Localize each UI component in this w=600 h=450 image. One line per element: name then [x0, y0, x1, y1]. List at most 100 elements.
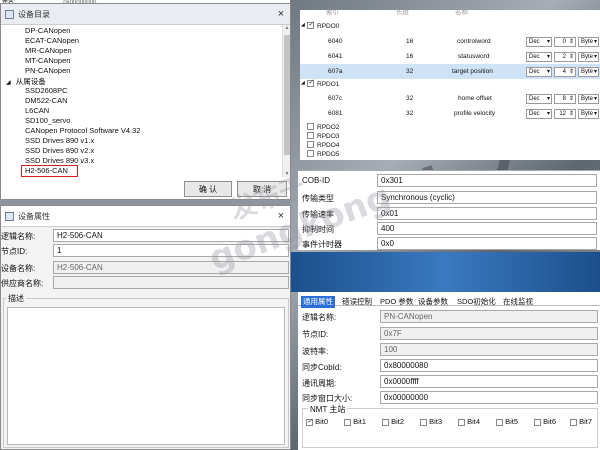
background-blue-strip — [290, 252, 600, 292]
offset-stepper[interactable]: 12 — [554, 109, 576, 119]
cancel-button[interactable]: 取 消 — [237, 181, 287, 197]
expand-arrow-icon[interactable]: ◢ — [6, 80, 11, 86]
rpdo0-checkbox[interactable] — [307, 20, 314, 29]
trans-rate-field[interactable]: 0x01 — [377, 207, 597, 220]
row-name: home offset — [458, 95, 492, 102]
unit-select[interactable]: Byte — [578, 109, 599, 119]
format-select[interactable]: Dec — [526, 52, 552, 62]
unit-select[interactable]: Byte — [578, 37, 599, 47]
format-select[interactable]: Dec — [526, 67, 552, 77]
tree-item-h2-506-can-selected[interactable]: H2-506-CAN — [21, 165, 78, 177]
tree-item-pn-canopen[interactable]: PN-CANopen — [25, 66, 70, 75]
window-icon — [5, 211, 14, 221]
rpdo-row[interactable]: 6040 16 controlword Dec 0 Byte — [300, 34, 600, 49]
gp-node-id-field: 0x7F — [380, 327, 598, 340]
header-index: 索引 — [326, 9, 339, 16]
tab-sdo-init[interactable]: SDO初始化 — [455, 296, 498, 308]
collapse-arrow-icon[interactable]: ◢ — [301, 80, 305, 86]
collapse-arrow-icon[interactable]: ◢ — [301, 22, 305, 28]
gp-logic-name-label: 逻辑名称: — [302, 313, 337, 322]
bit3-checkbox[interactable]: Bit3 — [420, 417, 442, 426]
tree-item-l6can[interactable]: L6CAN — [25, 106, 49, 115]
rpdo-row[interactable]: 607c 32 home offset Dec 8 Byte — [300, 91, 600, 106]
rpdo2-checkbox[interactable] — [307, 123, 314, 130]
device-catalog-dialog: 设备目录 × DP-CANopen ECAT-CANopen MR-CANope… — [0, 3, 291, 200]
row-name: profile velocity — [454, 110, 496, 117]
rpdo1-group[interactable]: ◢ RPDO1 — [300, 78, 600, 90]
tree-item-sd100-servo[interactable]: SD100_servo — [25, 116, 70, 125]
logic-name-label: 逻辑名称: — [1, 232, 36, 241]
bit7-checkbox[interactable]: Bit7 — [570, 417, 592, 426]
header-len: 长度 — [396, 9, 409, 16]
unit-select[interactable]: Byte — [578, 52, 599, 62]
logic-name-field[interactable]: H2-506-CAN — [53, 229, 289, 242]
scroll-thumb[interactable] — [284, 35, 290, 155]
description-textarea[interactable] — [7, 307, 285, 445]
trans-type-select[interactable]: Synchronous (cyclic) — [377, 191, 597, 204]
scroll-down-icon[interactable]: ▼ — [283, 171, 290, 177]
tree-item-ssd-890-v2[interactable]: SSD Drives 890 v2.x — [25, 146, 94, 155]
offset-stepper[interactable]: 4 — [554, 67, 576, 77]
rpdo3-checkbox[interactable] — [307, 132, 314, 139]
ok-button[interactable]: 确 认 — [184, 181, 232, 197]
vendor-field — [53, 276, 289, 289]
tree-item-ecat-canopen[interactable]: ECAT-CANopen — [25, 36, 79, 45]
rpdo4-group[interactable]: RPDO4 — [300, 141, 600, 150]
rpdo0-group[interactable]: ◢ RPDO0 — [300, 20, 600, 32]
gp-comm-period-field[interactable]: 0x0000ffff — [380, 375, 598, 388]
bit0-checkbox[interactable]: Bit0 — [306, 417, 328, 426]
format-select[interactable]: Dec — [526, 37, 552, 47]
event-timer-field[interactable]: 0x0 — [377, 237, 597, 250]
gp-node-id-label: 节点ID: — [302, 330, 329, 339]
tree-item-mt-canopen[interactable]: MT-CANopen — [25, 56, 70, 65]
close-icon[interactable]: × — [272, 8, 290, 20]
rpdo-row[interactable]: 6041 16 statusword Dec 2 Byte — [300, 49, 600, 64]
gp-sync-cobid-field[interactable]: 0x80000080 — [380, 359, 598, 372]
props-titlebar: 设备属性 × — [1, 206, 290, 227]
tab-general[interactable]: 通用属性 — [301, 296, 335, 308]
offset-stepper[interactable]: 8 — [554, 94, 576, 104]
tab-device-params[interactable]: 设备参数 — [416, 296, 450, 308]
rpdo5-checkbox[interactable] — [307, 150, 314, 157]
tree-item-canopen-protocol[interactable]: CANopen Protocol Software V4.32 — [25, 126, 140, 135]
cob-id-field[interactable]: 0x301 — [377, 174, 597, 187]
rpdo4-checkbox[interactable] — [307, 141, 314, 148]
rpdo5-label: RPDO5 — [317, 151, 340, 158]
offset-stepper[interactable]: 0 — [554, 37, 576, 47]
tree-item-ssd-890-v1[interactable]: SSD Drives 890 v1.x — [25, 136, 94, 145]
bit2-checkbox[interactable]: Bit2 — [382, 417, 404, 426]
tree-item-ssd-890-v3[interactable]: SSD Drives 890 v3.x — [25, 156, 94, 165]
rpdo1-checkbox[interactable] — [307, 78, 314, 87]
rpdo-row[interactable]: 6081 32 profile velocity Dec 12 Byte — [300, 106, 600, 121]
tab-pdo-params[interactable]: PDO 参数 — [378, 296, 415, 308]
scroll-up-icon[interactable]: ▲ — [283, 25, 290, 31]
format-select[interactable]: Dec — [526, 109, 552, 119]
tree-item-mr-canopen[interactable]: MR-CANopen — [25, 46, 72, 55]
tree-item-dp-canopen[interactable]: DP-CANopen — [25, 26, 70, 35]
unit-select[interactable]: Byte — [578, 94, 599, 104]
offset-stepper[interactable]: 2 — [554, 52, 576, 62]
gp-sync-window-field[interactable]: 0x00000000 — [380, 391, 598, 404]
bit5-checkbox[interactable]: Bit5 — [496, 417, 518, 426]
unit-select[interactable]: Byte — [578, 67, 599, 77]
rpdo2-group[interactable]: RPDO2 — [300, 123, 600, 132]
event-timer-label: 事件计时器 — [302, 240, 342, 249]
checkbox-icon — [382, 418, 389, 426]
tab-online-monitor[interactable]: 在线监视 — [501, 296, 535, 308]
catalog-scrollbar[interactable]: ▲ ▼ — [282, 25, 290, 177]
rpdo-row-highlighted[interactable]: 607a 32 target position Dec 4 Byte — [300, 64, 600, 79]
bit1-checkbox[interactable]: Bit1 — [344, 417, 366, 426]
tab-error-control[interactable]: 错误控制 — [340, 296, 374, 308]
bit4-checkbox[interactable]: Bit4 — [458, 417, 480, 426]
bit6-checkbox[interactable]: Bit6 — [534, 417, 556, 426]
checkbox-icon — [534, 418, 541, 426]
close-icon[interactable]: × — [272, 210, 290, 222]
inhibit-time-field[interactable]: 400 — [377, 222, 597, 235]
node-id-field[interactable]: 1 — [53, 244, 289, 257]
tree-item-ssd2608pc[interactable]: SSD2608PC — [25, 86, 68, 95]
rpdo3-group[interactable]: RPDO3 — [300, 132, 600, 141]
tree-item-dm522-can[interactable]: DM522-CAN — [25, 96, 68, 105]
catalog-titlebar: 设备目录 × — [1, 4, 290, 25]
rpdo5-group[interactable]: RPDO5 — [300, 150, 600, 159]
format-select[interactable]: Dec — [526, 94, 552, 104]
